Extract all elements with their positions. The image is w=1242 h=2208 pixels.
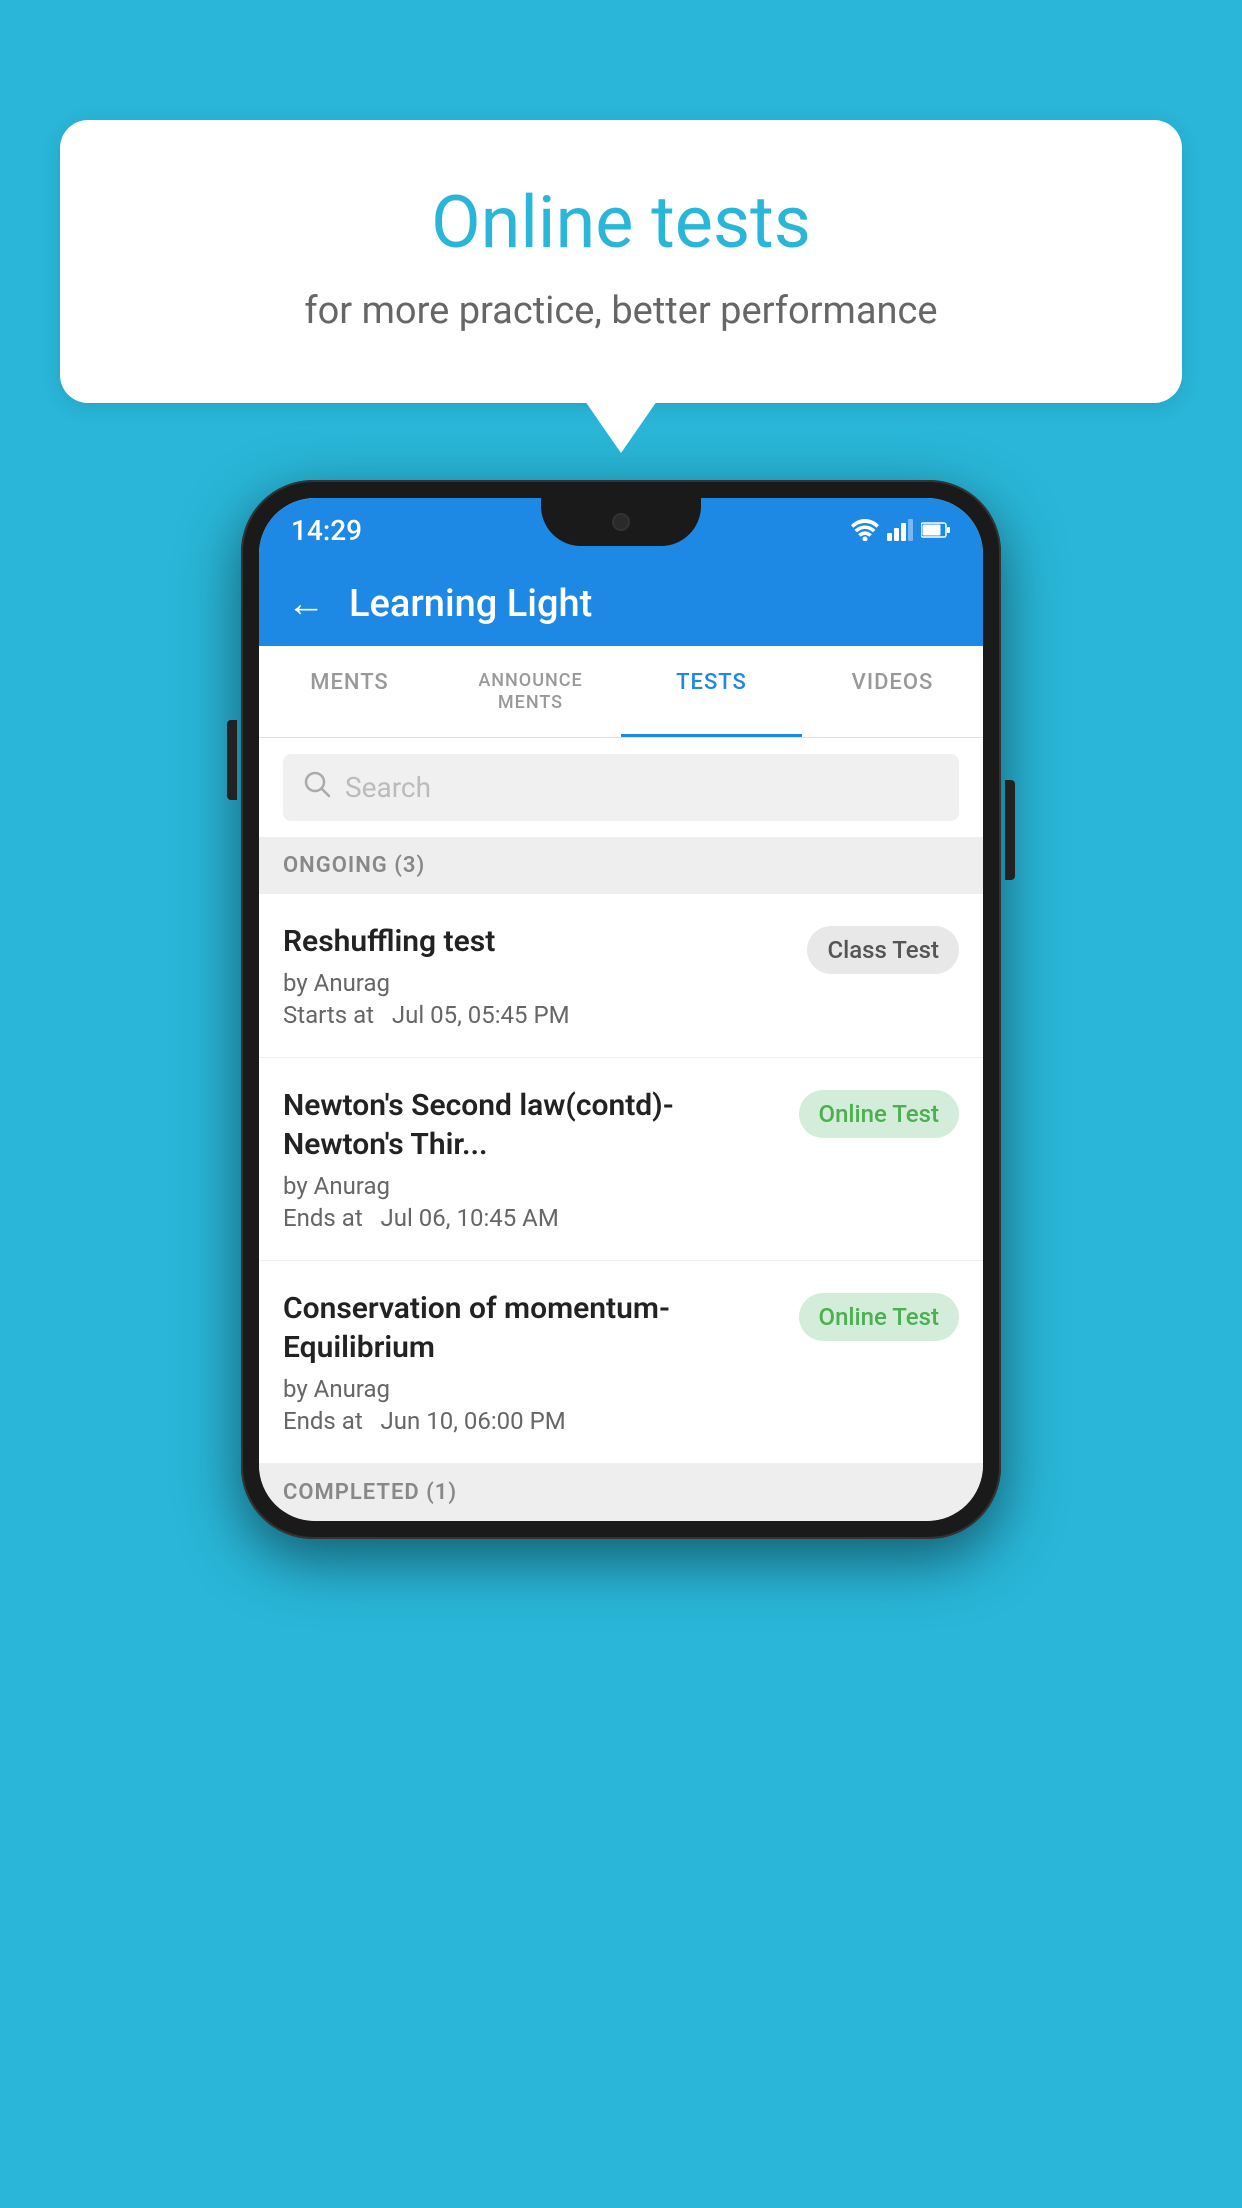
- test-author-3: by Anurag: [283, 1375, 783, 1403]
- tab-announcements[interactable]: ANNOUNCEMENTS: [440, 646, 621, 737]
- test-badge-3: Online Test: [799, 1293, 959, 1341]
- test-author-2: by Anurag: [283, 1172, 783, 1200]
- bubble-subtitle: for more practice, better performance: [140, 289, 1102, 333]
- test-item-3[interactable]: Conservation of momentum-Equilibrium by …: [259, 1261, 983, 1464]
- search-placeholder: Search: [345, 771, 431, 804]
- tab-videos[interactable]: VIDEOS: [802, 646, 983, 737]
- test-item-1[interactable]: Reshuffling test by Anurag Starts at Jul…: [259, 894, 983, 1058]
- test-info-3: Conservation of momentum-Equilibrium by …: [283, 1289, 783, 1435]
- test-time-3: Ends at Jun 10, 06:00 PM: [283, 1407, 783, 1435]
- test-list: Reshuffling test by Anurag Starts at Jul…: [259, 894, 983, 1464]
- test-name-2: Newton's Second law(contd)-Newton's Thir…: [283, 1086, 783, 1164]
- wifi-icon: [851, 519, 879, 541]
- test-name-1: Reshuffling test: [283, 922, 791, 961]
- phone-wrapper: 14:29: [241, 480, 1001, 1539]
- phone-outer: 14:29: [241, 480, 1001, 1539]
- test-time-2: Ends at Jul 06, 10:45 AM: [283, 1204, 783, 1232]
- bubble-title: Online tests: [140, 180, 1102, 265]
- search-container: Search: [259, 738, 983, 837]
- status-icons: [851, 519, 951, 541]
- search-icon: [303, 770, 331, 805]
- test-item-2[interactable]: Newton's Second law(contd)-Newton's Thir…: [259, 1058, 983, 1261]
- test-info-1: Reshuffling test by Anurag Starts at Jul…: [283, 922, 791, 1029]
- back-button[interactable]: ←: [287, 582, 325, 626]
- camera-dot: [612, 513, 630, 531]
- search-icon-svg: [303, 770, 331, 798]
- completed-section-header: COMPLETED (1): [259, 1464, 983, 1521]
- speech-bubble-area: Online tests for more practice, better p…: [60, 120, 1182, 403]
- tabs-bar: MENTS ANNOUNCEMENTS TESTS VIDEOS: [259, 646, 983, 738]
- test-badge-1: Class Test: [807, 926, 959, 974]
- app-title: Learning Light: [349, 582, 592, 626]
- tab-tests[interactable]: TESTS: [621, 646, 802, 737]
- phone-screen: 14:29: [259, 498, 983, 1521]
- test-time-1: Starts at Jul 05, 05:45 PM: [283, 1001, 791, 1029]
- signal-icon: [887, 519, 913, 541]
- test-name-3: Conservation of momentum-Equilibrium: [283, 1289, 783, 1367]
- test-badge-2: Online Test: [799, 1090, 959, 1138]
- tab-ments[interactable]: MENTS: [259, 646, 440, 737]
- test-author-1: by Anurag: [283, 969, 791, 997]
- status-time: 14:29: [291, 514, 362, 547]
- status-bar: 14:29: [259, 498, 983, 562]
- ongoing-section-header: ONGOING (3): [259, 837, 983, 894]
- notch: [541, 498, 701, 546]
- speech-bubble: Online tests for more practice, better p…: [60, 120, 1182, 403]
- test-info-2: Newton's Second law(contd)-Newton's Thir…: [283, 1086, 783, 1232]
- battery-icon: [921, 520, 951, 540]
- app-header: ← Learning Light: [259, 562, 983, 646]
- search-box[interactable]: Search: [283, 754, 959, 821]
